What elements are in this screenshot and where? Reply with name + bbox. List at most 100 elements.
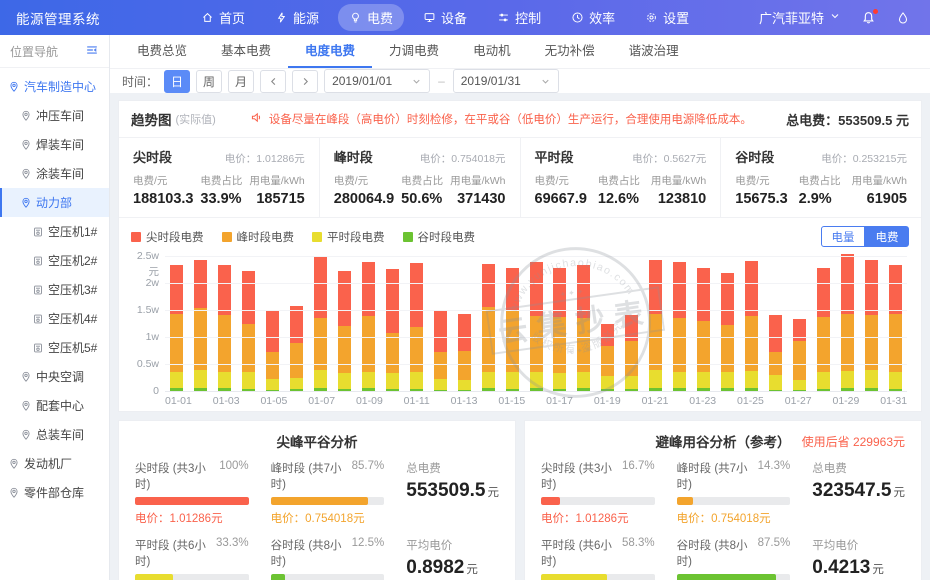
tab[interactable]: 电动机: [456, 35, 528, 68]
sidebar-item[interactable]: 空压机2#: [0, 246, 109, 275]
pin-icon: [20, 371, 32, 383]
stacked-bar-01-31[interactable]: [889, 265, 902, 392]
x-tick-label: 01-15: [498, 395, 525, 407]
trend-title: 趋势图: [131, 109, 172, 129]
stacked-bar-01-05[interactable]: [266, 311, 279, 392]
progress-track: [541, 574, 655, 580]
tab[interactable]: 电费总览: [120, 35, 204, 68]
sidebar-item[interactable]: 空压机5#: [0, 333, 109, 362]
stacked-bar-01-04[interactable]: [242, 271, 255, 392]
bar-segment: [841, 371, 854, 388]
bar-segment: [410, 327, 423, 372]
sidebar-item[interactable]: 汽车制造中心: [0, 72, 109, 101]
next-period-button[interactable]: [292, 70, 318, 93]
legend-item[interactable]: 谷时段电费: [403, 229, 476, 245]
stacked-bar-01-26[interactable]: [769, 315, 782, 392]
stacked-bar-01-12[interactable]: [434, 311, 447, 392]
sidebar-item[interactable]: 动力部: [0, 188, 109, 217]
stacked-bar-01-03[interactable]: [218, 265, 231, 392]
legend-item[interactable]: 平时段电费: [312, 229, 385, 245]
stacked-bar-01-07[interactable]: [314, 257, 327, 392]
stacked-bar-01-18[interactable]: [577, 265, 590, 392]
stacked-bar-01-10[interactable]: [386, 269, 399, 392]
progress-fill: [135, 497, 249, 505]
stacked-bar-01-19[interactable]: [601, 324, 614, 392]
stacked-bar-01-30[interactable]: [865, 260, 878, 392]
company-selector[interactable]: 广汽菲亚特: [759, 8, 841, 27]
chart-plot: 00.5w1w1.5w2w2.5w元: [165, 257, 907, 392]
stacked-bar-01-16[interactable]: [530, 262, 543, 392]
nav-item-control[interactable]: 控制: [486, 4, 552, 31]
start-date-picker[interactable]: 2019/01/01: [324, 69, 430, 93]
tab[interactable]: 力调电费: [372, 35, 456, 68]
sidebar-item[interactable]: 空压机3#: [0, 275, 109, 304]
tab[interactable]: 电度电费: [288, 35, 372, 68]
sidebar-item[interactable]: 涂装车间: [0, 159, 109, 188]
stacked-bar-01-09[interactable]: [362, 262, 375, 392]
stacked-bar-01-01[interactable]: [170, 265, 183, 392]
sidebar-item[interactable]: 空压机4#: [0, 304, 109, 333]
bar-slot: [261, 311, 285, 392]
stacked-bar-01-27[interactable]: [793, 319, 806, 392]
stacked-bar-01-08[interactable]: [338, 271, 351, 392]
water-drop-icon[interactable]: [896, 11, 910, 25]
stacked-bar-01-17[interactable]: [553, 268, 566, 392]
stacked-bar-01-20[interactable]: [625, 315, 638, 392]
stacked-bar-01-24[interactable]: [721, 273, 734, 392]
stacked-bar-01-23[interactable]: [697, 268, 710, 392]
sidebar-item[interactable]: 配套中心: [0, 391, 109, 420]
stacked-bar-01-02[interactable]: [194, 260, 207, 392]
period-name: 峰时段: [334, 147, 373, 166]
nav-item-device[interactable]: 设备: [412, 4, 478, 31]
collapse-icon[interactable]: [85, 43, 99, 60]
stacked-bar-01-25[interactable]: [745, 261, 758, 392]
period-price: 电价：1.01286元: [225, 151, 305, 166]
sidebar-item[interactable]: 中央空调: [0, 362, 109, 391]
mode-button[interactable]: 日: [164, 70, 190, 93]
unit-toggle: 电量电费: [821, 226, 909, 247]
stacked-bar-01-22[interactable]: [673, 262, 686, 392]
fee-tabs: 电费总览基本电费电度电费力调电费电动机无功补偿谐波治理: [110, 35, 930, 69]
tab[interactable]: 基本电费: [204, 35, 288, 68]
legend-item[interactable]: 尖时段电费: [131, 229, 204, 245]
sidebar-item[interactable]: 零件部仓库: [0, 478, 109, 507]
nav-item-energy[interactable]: 能源: [264, 4, 330, 31]
ratio-label: 电费占比: [799, 173, 841, 188]
progress-track: [271, 497, 385, 505]
notification-bell-icon[interactable]: [861, 10, 876, 25]
toggle-inactive[interactable]: 电量: [821, 226, 865, 247]
bar-slot: [309, 257, 333, 392]
stacked-bar-01-29[interactable]: [841, 254, 854, 392]
stacked-bar-01-28[interactable]: [817, 268, 830, 392]
bar-segment: [458, 314, 471, 352]
nav-item-home[interactable]: 首页: [190, 4, 256, 31]
sidebar-item[interactable]: 发动机厂: [0, 449, 109, 478]
tab[interactable]: 谐波治理: [612, 35, 696, 68]
sidebar-item[interactable]: 总装车间: [0, 420, 109, 449]
bar-segment: [314, 318, 327, 370]
tab[interactable]: 无功补偿: [528, 35, 612, 68]
sidebar-item[interactable]: 冲压车间: [0, 101, 109, 130]
nav-item-settings[interactable]: 设置: [634, 4, 700, 31]
sidebar-item[interactable]: 空压机1#: [0, 217, 109, 246]
bar-slot: [237, 271, 261, 392]
mode-button[interactable]: 月: [228, 70, 254, 93]
nav-label: 设备: [441, 8, 467, 27]
end-date-picker[interactable]: 2019/01/31: [453, 69, 559, 93]
mode-button[interactable]: 周: [196, 70, 222, 93]
analysis-item-percent: 33.3%: [216, 537, 249, 569]
stacked-bar-01-06[interactable]: [290, 306, 303, 392]
nav-item-efficiency[interactable]: 效率: [560, 4, 626, 31]
toggle-active[interactable]: 电费: [865, 226, 909, 247]
prev-period-button[interactable]: [260, 70, 286, 93]
legend-item[interactable]: 峰时段电费: [222, 229, 295, 245]
legend-swatch: [222, 232, 232, 242]
bar-segment: [625, 341, 638, 376]
bar-segment: [386, 269, 399, 333]
nav-item-fee[interactable]: 电费: [338, 4, 404, 31]
stacked-bar-01-15[interactable]: [506, 268, 519, 392]
stacked-bar-01-21[interactable]: [649, 260, 662, 392]
sidebar-item[interactable]: 焊装车间: [0, 130, 109, 159]
stacked-bar-01-13[interactable]: [458, 314, 471, 392]
analysis-item-name: 尖时段 (共3小时): [135, 460, 219, 492]
